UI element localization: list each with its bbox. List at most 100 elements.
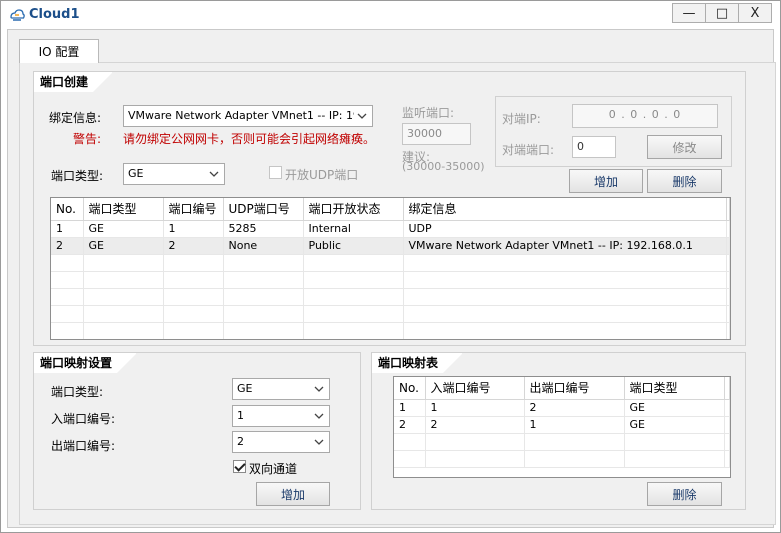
peer-port-label: 对端端口:: [502, 143, 555, 157]
window-title: Cloud1: [29, 7, 80, 22]
empty-row: [394, 450, 730, 468]
table-row[interactable]: 1 1 2 GE: [394, 399, 730, 417]
map-port-type-select[interactable]: GE: [232, 378, 330, 400]
peer-port-input[interactable]: 0: [572, 136, 616, 158]
cell: None: [223, 237, 304, 255]
port-create-title: 端口创建: [34, 72, 114, 92]
warning-label: 警告:: [73, 132, 102, 146]
mapping-table[interactable]: No. 入端口编号 出端口编号 端口类型 1 1 2 GE 2 2 1 GE: [393, 376, 731, 478]
cell: [726, 220, 730, 238]
cell: GE: [83, 237, 164, 255]
bidirectional-checkbox[interactable]: [233, 460, 246, 473]
empty-row: [51, 288, 730, 306]
cell: [724, 399, 730, 417]
title-bar[interactable]: Cloud1 — □ X: [1, 1, 780, 29]
cell: 2: [163, 237, 224, 255]
col-filler: [726, 198, 730, 221]
col-port-number[interactable]: 端口编号: [163, 198, 224, 221]
port-table-header: No. 端口类型 端口编号 UDP端口号 端口开放状态 绑定信息: [51, 198, 730, 221]
cell: 2: [394, 416, 426, 434]
add-port-button[interactable]: 增加: [569, 169, 643, 193]
empty-row: [394, 433, 730, 451]
in-port-select[interactable]: 1: [232, 405, 330, 427]
listen-port-label: 监听端口:: [402, 106, 455, 120]
map-port-type-value: GE: [237, 382, 253, 395]
modify-button[interactable]: 修改: [647, 135, 722, 159]
cell: UDP: [403, 220, 727, 238]
open-udp-checkbox[interactable]: [269, 166, 282, 179]
port-type-select[interactable]: GE: [123, 163, 225, 185]
cell: Public: [303, 237, 404, 255]
port-table[interactable]: No. 端口类型 端口编号 UDP端口号 端口开放状态 绑定信息 1 GE 1 …: [50, 197, 731, 340]
cell: 1: [394, 399, 426, 417]
out-port-value: 2: [237, 435, 244, 448]
col-filler: [724, 377, 730, 400]
maximize-icon: □: [715, 5, 729, 21]
in-port-value: 1: [237, 409, 244, 422]
minimize-button[interactable]: —: [672, 3, 706, 23]
empty-row: [51, 254, 730, 272]
add-mapping-button[interactable]: 增加: [256, 482, 330, 506]
out-port-select[interactable]: 2: [232, 431, 330, 453]
tab-io-config-label: IO 配置: [38, 45, 80, 59]
chevron-down-icon: [314, 413, 324, 419]
cell: GE: [624, 416, 725, 434]
port-type-value: GE: [128, 167, 144, 180]
cloud-app-icon: [10, 9, 25, 21]
col-out-port[interactable]: 出端口编号: [524, 377, 625, 400]
bidirectional-label: 双向通道: [249, 462, 298, 476]
map-port-type-label: 端口类型:: [51, 385, 104, 399]
table-row[interactable]: 2 2 1 GE: [394, 416, 730, 434]
empty-row: [51, 305, 730, 323]
col-in-port[interactable]: 入端口编号: [425, 377, 525, 400]
peer-ip-input[interactable]: 0 . 0 . 0 . 0: [572, 104, 718, 128]
table-row[interactable]: 2 GE 2 None Public VMware Network Adapte…: [51, 237, 730, 255]
empty-row: [51, 271, 730, 289]
delete-port-button[interactable]: 删除: [647, 169, 722, 193]
cell: 2: [425, 416, 525, 434]
col-udp-port[interactable]: UDP端口号: [223, 198, 304, 221]
chevron-down-icon: [209, 171, 219, 177]
empty-row: [51, 322, 730, 339]
suggest-range: (30000-35000): [402, 160, 485, 173]
close-button[interactable]: X: [738, 3, 772, 23]
chevron-down-icon: [314, 439, 324, 445]
cell: 2: [524, 399, 625, 417]
chevron-down-icon: [314, 386, 324, 392]
col-port-type[interactable]: 端口类型: [624, 377, 725, 400]
cell: [726, 237, 730, 255]
col-no[interactable]: No.: [394, 377, 426, 400]
warning-text: 请勿绑定公网网卡，否则可能会引起网络瘫痪。: [123, 132, 376, 146]
cloud1-window: Cloud1 — □ X IO 配置 端口创建 绑定信息: VMware Net…: [0, 0, 781, 533]
cell: 5285: [223, 220, 304, 238]
maximize-button[interactable]: □: [705, 3, 739, 23]
cell: 2: [51, 237, 84, 255]
peer-ip-label: 对端IP:: [502, 112, 541, 126]
cell: 1: [163, 220, 224, 238]
minimize-icon: —: [682, 5, 696, 21]
cell: [724, 416, 730, 434]
delete-mapping-button[interactable]: 删除: [647, 482, 722, 506]
open-udp-label: 开放UDP端口: [285, 168, 359, 182]
listen-port-input[interactable]: 30000: [402, 123, 471, 145]
bind-info-select[interactable]: VMware Network Adapter VMnet1 -- IP: 192…: [123, 105, 373, 127]
cell: 1: [425, 399, 525, 417]
mapping-table-header: No. 入端口编号 出端口编号 端口类型: [394, 377, 730, 400]
close-icon: X: [750, 5, 760, 21]
cell: VMware Network Adapter VMnet1 -- IP: 192…: [403, 237, 727, 255]
col-open-status[interactable]: 端口开放状态: [303, 198, 404, 221]
mapping-table-title: 端口映射表: [372, 353, 464, 373]
col-port-type[interactable]: 端口类型: [83, 198, 164, 221]
col-bind-info[interactable]: 绑定信息: [403, 198, 727, 221]
table-row[interactable]: 1 GE 1 5285 Internal UDP: [51, 220, 730, 238]
cell: 1: [524, 416, 625, 434]
bind-info-label: 绑定信息:: [49, 111, 102, 125]
cell: 1: [51, 220, 84, 238]
tab-io-config[interactable]: IO 配置: [19, 39, 99, 63]
out-port-label: 出端口编号:: [51, 439, 116, 453]
bind-info-value: VMware Network Adapter VMnet1 -- IP: 192…: [128, 109, 354, 122]
cell: GE: [83, 220, 164, 238]
in-port-label: 入端口编号:: [51, 412, 116, 426]
port-mapping-title: 端口映射设置: [34, 353, 138, 373]
col-no[interactable]: No.: [51, 198, 84, 221]
